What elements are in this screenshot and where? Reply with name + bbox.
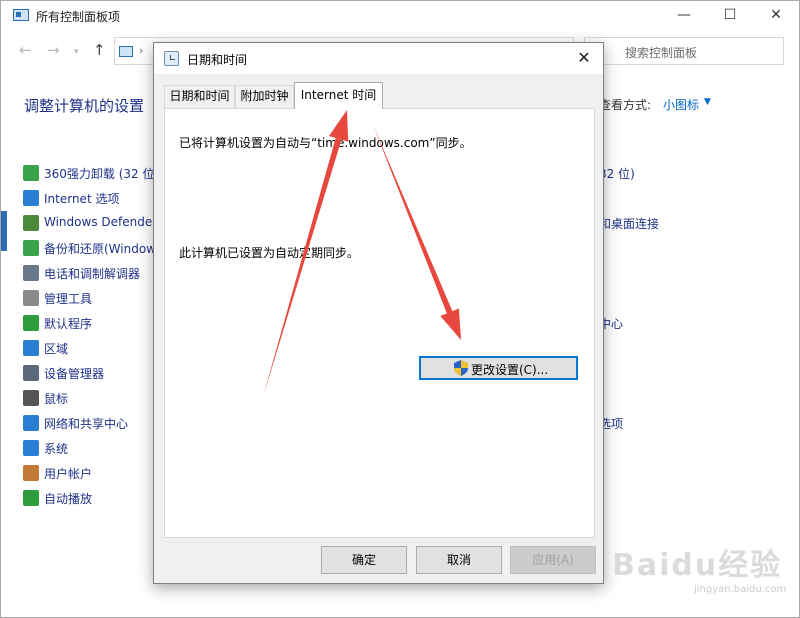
device-manager-icon [23, 365, 39, 381]
uninstall-icon [23, 165, 39, 181]
date-time-dialog: 日期和时间 ✕ 日期和时间 附加时钟 Internet 时间 已将计算机设置为自… [153, 42, 604, 584]
breadcrumb-chevron-icon[interactable]: › [139, 44, 143, 57]
list-item-label: 自动播放 [44, 492, 93, 506]
autoplay-icon [23, 490, 39, 506]
minimize-button[interactable]: — [661, 1, 707, 31]
ok-button[interactable]: 确定 [321, 546, 407, 574]
list-item-label: 设备管理器 [44, 367, 105, 381]
list-item-label: 网络和共享中心 [44, 417, 129, 431]
forward-arrow-icon[interactable]: → [47, 41, 60, 59]
list-item-label: 电话和调制解调器 [44, 267, 141, 281]
list-item-label: Internet 选项 [44, 192, 120, 206]
list-item-label: 管理工具 [44, 292, 93, 306]
tab-additional-clocks[interactable]: 附加时钟 [235, 85, 294, 108]
list-item-label[interactable]: 32 位) [599, 165, 635, 182]
search-placeholder: 搜索控制面板 [625, 46, 698, 60]
page-title: 调整计算机的设置 [24, 97, 145, 115]
list-item-label: 鼠标 [44, 392, 69, 406]
tab-date-and-time[interactable]: 日期和时间 [164, 85, 235, 108]
watermark-url: jingyan.baidu.com [694, 584, 787, 595]
watermark-logo: Baidu经验 [612, 548, 783, 583]
control-panel-titlebar: 所有控制面板项 — ☐ ✕ [1, 1, 799, 31]
list-item-label: 用户帐户 [44, 467, 93, 481]
search-box[interactable]: 搜索控制面板 [584, 37, 784, 65]
up-arrow-icon[interactable]: ↑ [93, 41, 106, 59]
defender-icon [23, 215, 39, 231]
chevron-down-icon[interactable]: ▼ [704, 97, 711, 107]
internet-options-icon [23, 190, 39, 206]
back-arrow-icon[interactable]: ← [19, 41, 32, 59]
admin-tools-icon [23, 290, 39, 306]
list-item-label: 系统 [44, 442, 69, 456]
view-by-label: 查看方式: [599, 98, 652, 112]
user-accounts-icon [23, 465, 39, 481]
list-item-label: 默认程序 [44, 317, 93, 331]
view-by-dropdown[interactable]: 小图标 [663, 96, 699, 113]
control-panel-icon [13, 9, 29, 21]
clock-icon [164, 51, 179, 66]
sync-status-text: 已将计算机设置为自动与“time.windows.com”同步。 [179, 136, 472, 150]
baidu-watermark: Baidu经验 jingyan.baidu.com [612, 540, 792, 610]
mouse-icon [23, 390, 39, 406]
change-settings-label: 更改设置(C)... [471, 363, 549, 377]
list-item-label: 360强力卸载 (32 位) [44, 167, 160, 181]
tab-internet-time[interactable]: Internet 时间 [294, 82, 383, 109]
dialog-close-button[interactable]: ✕ [564, 43, 604, 74]
list-item-label: Windows Defender [44, 215, 158, 229]
apply-button[interactable]: 应用(A) [510, 546, 596, 574]
default-programs-icon [23, 315, 39, 331]
control-panel-icon [119, 46, 133, 57]
list-item-label[interactable]: 和桌面连接 [599, 215, 659, 232]
window-title: 所有控制面板项 [36, 10, 121, 24]
close-button[interactable]: ✕ [753, 1, 799, 31]
recent-locations-chevron-icon[interactable]: ▾ [74, 47, 79, 57]
change-settings-button[interactable]: 更改设置(C)... [419, 356, 578, 380]
phone-modem-icon [23, 265, 39, 281]
internet-time-panel: 已将计算机设置为自动与“time.windows.com”同步。 此计算机已设置… [164, 108, 595, 538]
maximize-button[interactable]: ☐ [707, 1, 753, 31]
network-icon [23, 415, 39, 431]
sync-schedule-text: 此计算机已设置为自动定期同步。 [179, 246, 360, 260]
backup-icon [23, 240, 39, 256]
dialog-titlebar: 日期和时间 ✕ [154, 43, 603, 74]
window-edge-highlight [1, 211, 7, 251]
list-item-label: 备份和还原(Windows [44, 242, 163, 256]
dialog-title: 日期和时间 [187, 53, 248, 67]
cancel-button[interactable]: 取消 [416, 546, 502, 574]
system-icon [23, 440, 39, 456]
list-item-label: 区域 [44, 342, 69, 356]
uac-shield-icon [454, 360, 468, 376]
region-icon [23, 340, 39, 356]
